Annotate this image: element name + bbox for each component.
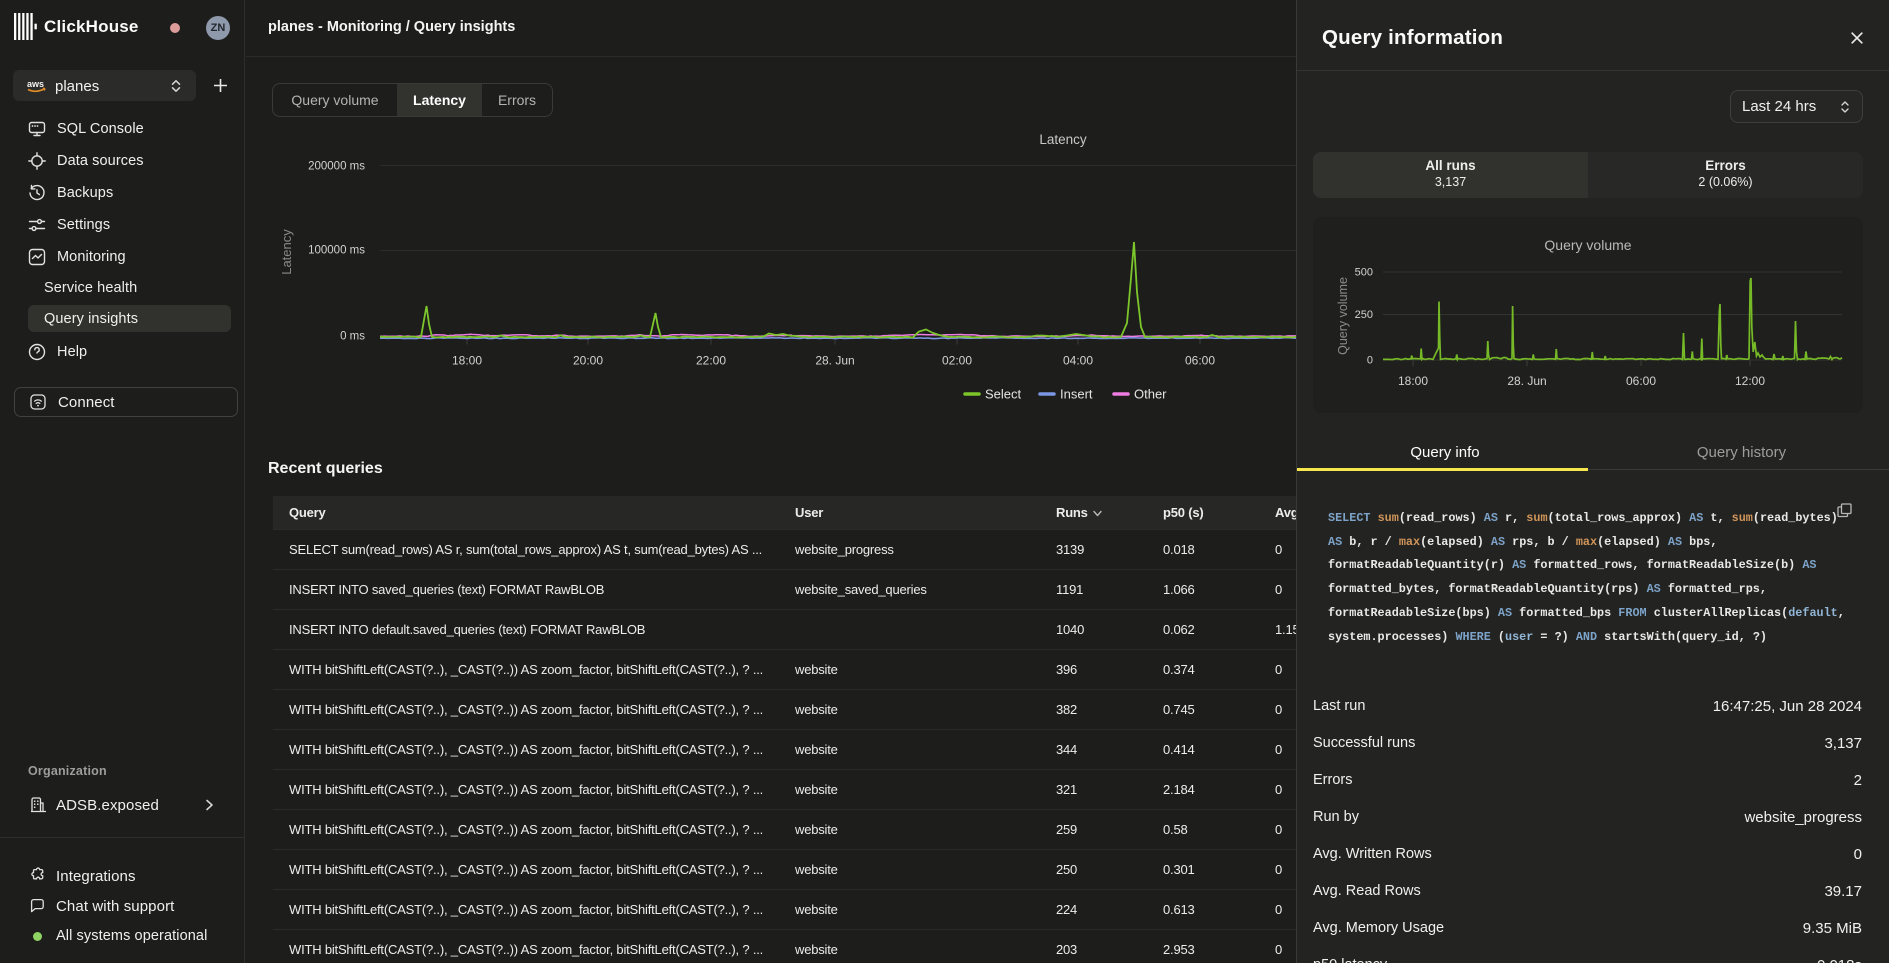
svg-text:Latency: Latency [1039,132,1087,147]
svg-text:250: 250 [1355,309,1373,321]
svg-text:02:00: 02:00 [942,354,972,368]
svg-text:100000 ms: 100000 ms [308,245,365,257]
svg-text:22:00: 22:00 [696,354,726,368]
svg-text:Query volume: Query volume [1544,237,1631,253]
svg-text:Query volume: Query volume [1336,277,1350,355]
svg-text:200000 ms: 200000 ms [308,161,365,173]
svg-text:500: 500 [1355,267,1373,279]
svg-text:12:00: 12:00 [1735,374,1765,388]
svg-text:Other: Other [1134,387,1167,402]
svg-text:06:00: 06:00 [1185,354,1215,368]
svg-text:0: 0 [1367,355,1373,367]
svg-text:Insert: Insert [1060,387,1093,402]
svg-text:18:00: 18:00 [1398,374,1428,388]
svg-text:Latency: Latency [279,229,294,275]
svg-text:0 ms: 0 ms [340,331,365,343]
svg-text:Select: Select [985,387,1022,402]
svg-text:28. Jun: 28. Jun [815,354,854,368]
svg-text:20:00: 20:00 [573,354,603,368]
svg-text:28. Jun: 28. Jun [1507,374,1546,388]
svg-text:06:00: 06:00 [1626,374,1656,388]
svg-text:04:00: 04:00 [1063,354,1093,368]
svg-text:18:00: 18:00 [452,354,482,368]
svg-text:aws: aws [27,79,44,89]
